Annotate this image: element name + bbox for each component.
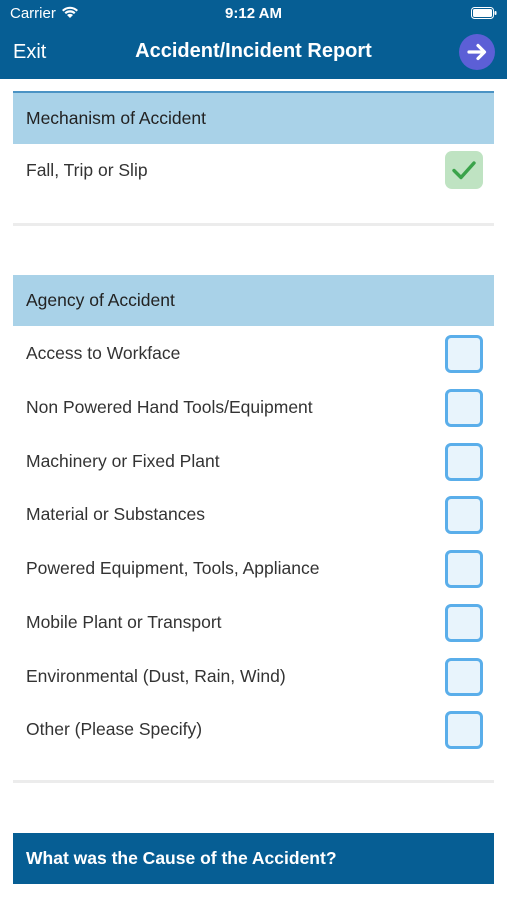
agency-section-title: Agency of Accident [26,290,175,310]
agency-item-non-powered-hand-tools[interactable]: Non Powered Hand Tools/Equipment [13,381,494,435]
agency-item-checkbox[interactable] [445,550,483,588]
agency-item-environmental[interactable]: Environmental (Dust, Rain, Wind) [13,650,494,704]
battery-icon [471,7,497,19]
agency-item-material-substances[interactable]: Material or Substances [13,488,494,542]
status-bar: Carrier 9:12 AM [0,0,507,28]
section-divider [13,780,494,783]
app-screen: Carrier 9:12 AM Exit Accident/Incident R… [0,0,507,900]
mechanism-item-row[interactable]: Fall, Trip or Slip [13,144,494,198]
agency-item-label: Non Powered Hand Tools/Equipment [26,397,313,417]
agency-item-machinery-fixed-plant[interactable]: Machinery or Fixed Plant [13,435,494,489]
agency-item-powered-equipment[interactable]: Powered Equipment, Tools, Appliance [13,542,494,596]
checkmark-icon [452,161,476,180]
agency-item-checkbox[interactable] [445,658,483,696]
mechanism-item-checkbox[interactable] [445,151,483,189]
section-divider [13,223,494,226]
mechanism-section-title: Mechanism of Accident [26,108,206,128]
agency-item-checkbox[interactable] [445,496,483,534]
agency-item-other[interactable]: Other (Please Specify) [13,703,494,757]
navigation-bar: Exit Accident/Incident Report [0,28,507,79]
agency-item-label: Environmental (Dust, Rain, Wind) [26,666,286,686]
status-time: 9:12 AM [225,5,282,22]
agency-item-checkbox[interactable] [445,335,483,373]
agency-item-access-to-workface[interactable]: Access to Workface [13,327,494,381]
agency-item-label: Access to Workface [26,343,181,363]
agency-item-checkbox[interactable] [445,604,483,642]
mechanism-section-header: Mechanism of Accident [13,93,494,144]
arrow-right-icon [467,43,487,61]
agency-section-header: Agency of Accident [13,275,494,326]
agency-item-label: Material or Substances [26,504,205,524]
agency-item-label: Machinery or Fixed Plant [26,451,220,471]
agency-item-checkbox[interactable] [445,443,483,481]
cause-section-title: What was the Cause of the Accident? [26,848,337,868]
agency-item-mobile-plant-transport[interactable]: Mobile Plant or Transport [13,596,494,650]
agency-item-label: Mobile Plant or Transport [26,612,222,632]
mechanism-item-label: Fall, Trip or Slip [26,160,148,180]
page-title: Accident/Incident Report [135,40,372,62]
agency-item-label: Other (Please Specify) [26,719,203,739]
app-header: Carrier 9:12 AM Exit Accident/Incident R… [0,0,507,79]
agency-item-label: Powered Equipment, Tools, Appliance [26,558,320,578]
agency-item-checkbox[interactable] [445,711,483,749]
cause-section-header: What was the Cause of the Accident? [13,833,494,884]
next-button[interactable] [459,34,495,70]
agency-item-checkbox[interactable] [445,389,483,427]
